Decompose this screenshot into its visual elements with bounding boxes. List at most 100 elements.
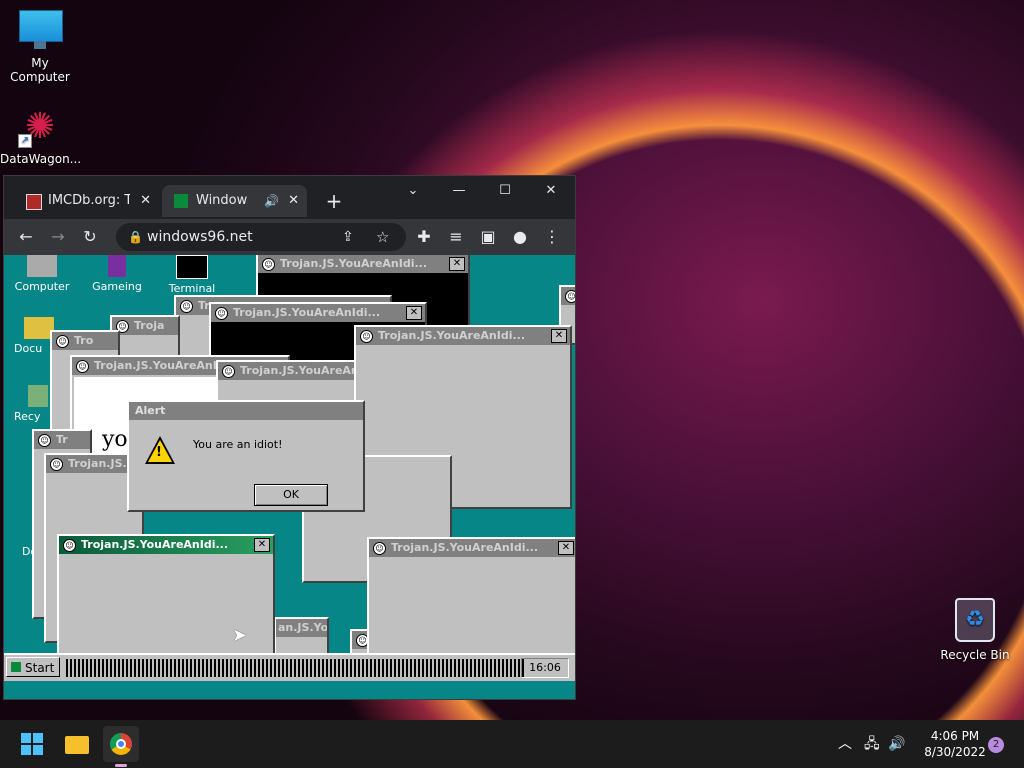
window-titlebar[interactable]: ☺ Trojan.JS.YouAreAnIdi... ✕ xyxy=(211,304,425,322)
smiley-icon: ☺ xyxy=(50,458,63,471)
media-controls-icon[interactable]: ≡ xyxy=(442,223,470,251)
ok-button[interactable]: OK xyxy=(254,484,328,506)
mouse-cursor-icon: ➤ xyxy=(232,625,248,646)
tab-windows96[interactable]: Windows 9 🔊 ✕ xyxy=(162,185,307,217)
forward-arrow-icon[interactable]: → xyxy=(44,223,72,251)
side-panel-icon[interactable]: ▣ xyxy=(474,223,502,251)
window-title: an.JS.Yo xyxy=(278,621,327,634)
taskbar-clock[interactable]: 4:06 PM 8/30/2022 xyxy=(910,728,1000,760)
tab-title: Windows 9 xyxy=(196,193,248,208)
windows96-favicon xyxy=(174,194,188,208)
warning-exclamation: ! xyxy=(156,445,162,460)
bookmark-star-icon[interactable]: ☆ xyxy=(376,223,389,251)
smiley-icon: ☺ xyxy=(63,539,76,552)
smiley-icon: ☺ xyxy=(222,365,235,378)
windows-start-icon[interactable] xyxy=(14,726,50,762)
desktop-icon-datawagon[interactable]: ✺ ↗ DataWagon... xyxy=(0,106,82,166)
window-titlebar[interactable]: ☺ Trojan.JS.YouAreAnIdi... ✕ xyxy=(356,327,570,345)
w96-icon-gameing[interactable]: Gameing xyxy=(82,255,152,293)
smiley-icon: ☺ xyxy=(180,300,193,313)
window-titlebar[interactable]: ☺ Trojan.JS.YouAreAnIdi... ✕ xyxy=(369,539,575,557)
share-icon[interactable]: ⇪ xyxy=(342,223,354,251)
close-tab-icon[interactable]: ✕ xyxy=(288,185,299,217)
smiley-icon: ☺ xyxy=(565,290,575,303)
w96-icon-computer[interactable]: Computer xyxy=(7,255,77,293)
window-titlebar[interactable]: ☺ Tro xyxy=(52,332,118,350)
window-title: Trojan.JS.YouAreAnIdi... xyxy=(391,541,539,554)
computer-icon xyxy=(27,255,57,277)
address-bar[interactable]: 🔒 windows96.net ⇪ ☆ xyxy=(116,223,406,251)
menu-icon[interactable]: ⋮ xyxy=(538,223,566,251)
window-title: Tro xyxy=(74,334,94,347)
alert-message: You are an idiot! xyxy=(193,438,283,451)
clock-date: 8/30/2022 xyxy=(924,745,986,759)
smiley-icon: ☺ xyxy=(56,335,69,348)
window-titlebar[interactable]: ☺ Trojan.JS.YouAreAnIdi... ✕ xyxy=(258,255,468,273)
close-button[interactable]: ✕ xyxy=(528,176,574,206)
network-icon[interactable]: 🖧 xyxy=(864,720,880,768)
extensions-icon[interactable]: ✚ xyxy=(410,223,438,251)
desktop-icon-label: Recycle Bin xyxy=(940,648,1010,662)
reload-icon[interactable]: ↻ xyxy=(76,223,104,251)
gamepad-icon xyxy=(108,255,126,277)
tab-imcdb[interactable]: IMCDb.org: Trai ✕ xyxy=(14,185,159,217)
window-titlebar[interactable]: ☺ Trojan.JS.YouAreAnIdi... ✕ xyxy=(59,536,273,554)
w96-logo-icon xyxy=(11,662,21,672)
trojan-window[interactable]: an.JS.Yo xyxy=(274,617,329,657)
window-titlebar[interactable]: ☺ Trojan.JS.YouAreAnIdi... xyxy=(218,362,362,380)
window-title: Trojan.JS.YouAreAnIdi... xyxy=(81,538,229,551)
url-text: windows96.net xyxy=(147,229,253,245)
window-titlebar[interactable]: ☺ Troja xyxy=(112,317,178,335)
lock-icon: 🔒 xyxy=(128,230,143,244)
close-icon[interactable]: ✕ xyxy=(406,306,422,320)
w96-taskbar: Start 16:06 xyxy=(4,653,575,681)
desktop-icon-recycle-bin[interactable]: ♻ Recycle Bin xyxy=(935,598,1015,662)
new-tab-button[interactable]: + xyxy=(320,185,348,217)
w96-icon-label: Computer xyxy=(14,280,70,293)
clock-time: 4:06 PM xyxy=(930,729,980,743)
smiley-icon: ☺ xyxy=(373,542,386,555)
alert-dialog[interactable]: Alert ! You are an idiot! OK xyxy=(127,400,365,512)
alert-titlebar[interactable]: Alert xyxy=(129,402,363,420)
maximize-button[interactable]: ☐ xyxy=(482,176,528,206)
close-icon[interactable]: ✕ xyxy=(551,329,567,343)
speaker-icon[interactable]: 🔊 xyxy=(264,185,279,217)
smiley-icon: ☺ xyxy=(38,434,51,447)
desktop-icon-my-computer[interactable]: My Computer xyxy=(0,10,80,84)
window-titlebar[interactable]: an.JS.Yo xyxy=(276,619,327,637)
w96-task-buttons[interactable] xyxy=(66,659,524,677)
window-titlebar[interactable]: ☺ xyxy=(561,287,575,305)
w96-icon-label: Gameing xyxy=(92,280,142,293)
taskbar: ︿ 🖧 🔊 4:06 PM 8/30/2022 xyxy=(0,720,1024,768)
chrome-icon[interactable] xyxy=(103,726,139,767)
volume-icon[interactable]: 🔊 xyxy=(888,720,905,768)
close-icon[interactable]: ✕ xyxy=(449,257,465,271)
monitor-icon xyxy=(18,10,63,52)
start-label: Start xyxy=(25,661,55,675)
imcdb-favicon xyxy=(26,194,42,210)
window-title: Tr xyxy=(56,433,68,446)
show-hidden-icons-icon[interactable]: ︿ xyxy=(838,720,852,768)
window-title: Trojan.JS.YouAreAnIdi... xyxy=(378,329,526,342)
tab-strip: IMCDb.org: Trai ✕ Windows 9 🔊 ✕ + ⌄ — ☐ … xyxy=(4,176,575,224)
w96-icon-terminal[interactable]: Terminal xyxy=(157,255,227,295)
close-tab-icon[interactable]: ✕ xyxy=(140,185,151,217)
profile-icon[interactable]: ● xyxy=(506,223,534,251)
w96-icon-label: Recy xyxy=(14,410,41,423)
close-icon[interactable]: ✕ xyxy=(254,538,270,552)
back-arrow-icon[interactable]: ← xyxy=(12,223,40,251)
minimize-button[interactable]: — xyxy=(436,176,482,206)
w96-icon-label: Docu xyxy=(14,342,43,355)
smiley-icon: ☺ xyxy=(360,330,373,343)
trojan-window[interactable]: ☺ Trojan.JS.YouAreAnIdi... ✕ xyxy=(367,537,575,667)
window-title: Trojan.JS.YouAreAnIdi... xyxy=(233,306,381,319)
tab-search-button[interactable]: ⌄ xyxy=(390,176,436,206)
desktop-icon-label: DataWagon... xyxy=(0,152,82,166)
window-titlebar[interactable]: ☺ Tr xyxy=(34,431,90,449)
notification-badge[interactable]: 2 xyxy=(988,737,1004,753)
w96-start-button[interactable]: Start xyxy=(6,657,60,677)
desktop-icon-label: My Computer xyxy=(10,56,70,84)
close-icon[interactable]: ✕ xyxy=(558,541,574,555)
window-title: Tr xyxy=(198,299,210,312)
file-explorer-icon[interactable] xyxy=(59,726,95,762)
